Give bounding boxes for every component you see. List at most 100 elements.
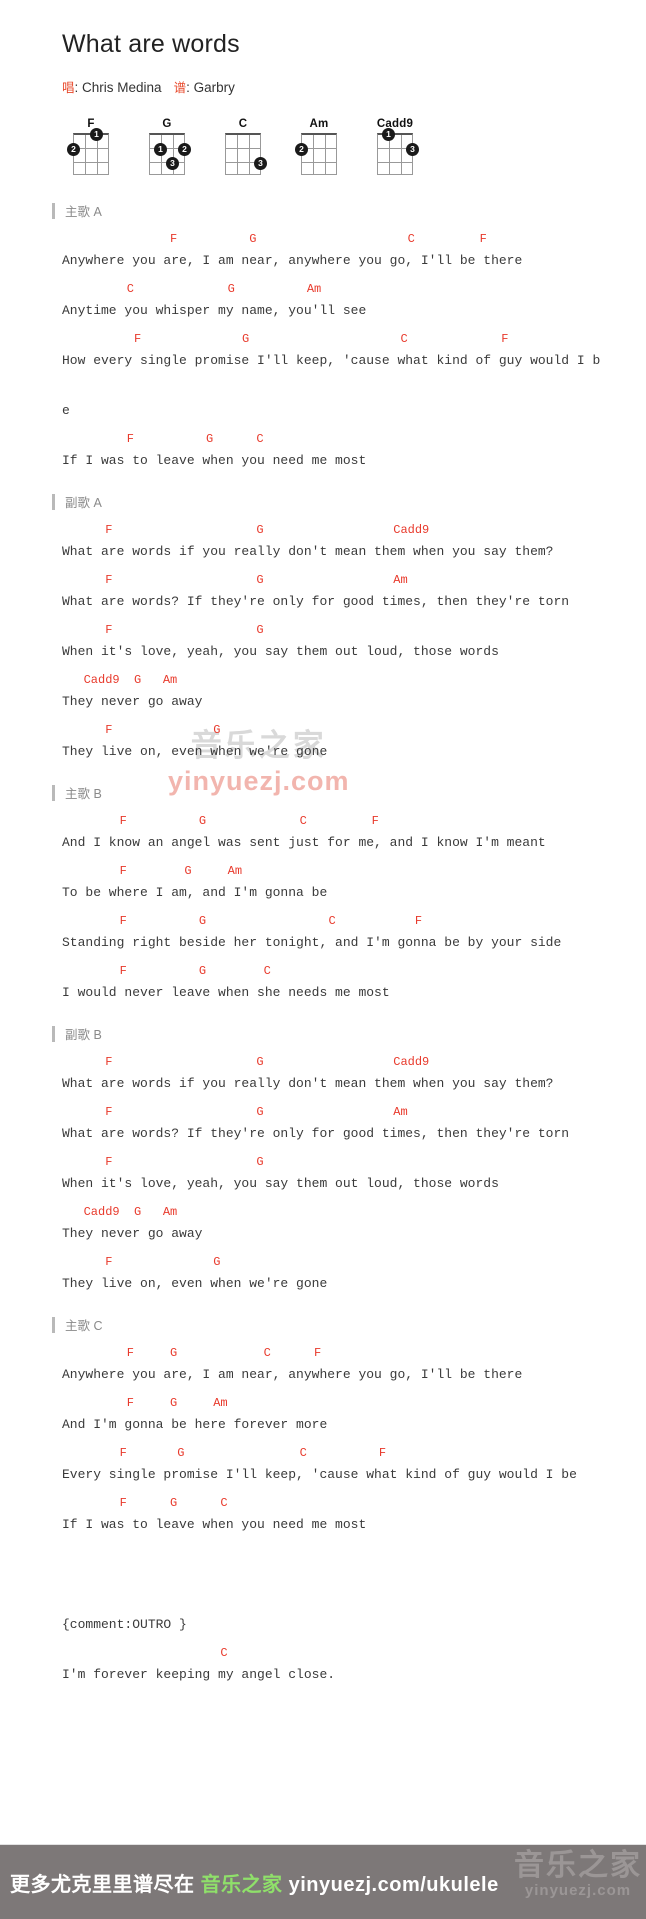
footer-prefix: 更多尤克里里谱尽在 [10, 1873, 195, 1896]
chord-line: F G [62, 1155, 264, 1169]
lyric-line-block: F G C If I was to leave when you need me … [62, 430, 586, 474]
lyric-line-block: F G C F And I know an angel was sent just… [62, 812, 586, 856]
lyric-line: What are words? If they're only for good… [62, 594, 570, 609]
finger-dot: 1 [382, 128, 395, 141]
chord-fretboard: 13 [371, 128, 419, 175]
arranger-name: Garbry [193, 80, 235, 95]
lyric-line: What are words? If they're only for good… [62, 1126, 570, 1141]
fret-line [378, 162, 412, 163]
chord-line: F G Cadd9 [62, 1055, 430, 1069]
chord-line: F G Am [62, 573, 408, 587]
footer-url: yinyuezj.com/ukulele [288, 1873, 499, 1896]
lyric-line: To be where I am, and I'm gonna be [62, 885, 328, 900]
section-accent-bar [52, 1025, 55, 1042]
lyric-line: What are words if you really don't mean … [62, 544, 554, 559]
lyric-line-block: C I'm forever keeping my angel close. [62, 1644, 586, 1688]
finger-dot: 3 [166, 157, 179, 170]
chord-line: Cadd9 G Am [62, 673, 178, 687]
section-header: 主歌 A [52, 201, 586, 220]
chord-diagram-c: C3 [217, 118, 269, 175]
sheet-music-page: 音乐之家 yinyuezj.com What are words 唱: Chri… [0, 0, 646, 1919]
chord-name-label: F [87, 118, 95, 130]
chord-line: F G [62, 723, 221, 737]
section-accent-bar [52, 1316, 55, 1333]
lyric-section: 副歌 B F G Cadd9 What are words if you real… [52, 1024, 586, 1297]
lyric-line-block: F G Am And I'm gonna be here forever more [62, 1394, 586, 1438]
lyric-line-block: F G C F Every single promise I'll keep, '… [62, 1444, 586, 1488]
section-accent-bar [52, 784, 55, 801]
chord-diagram-row: F 1 2 G 1 2 3 C 3 Am 2 Cadd9 1 3 [65, 118, 586, 175]
lyric-line-block: F G When it's love, yeah, you say them ou… [62, 1153, 586, 1197]
lyric-line: Anytime you whisper my name, you'll see [62, 303, 367, 318]
section-label: 主歌 B [65, 787, 102, 801]
song-credits: 唱: Chris Medina 谱: Garbry [62, 77, 586, 96]
chord-diagram-f: F12 [65, 118, 117, 175]
section-label: 主歌 C [65, 1319, 103, 1333]
lyric-line-block: F G When it's love, yeah, you say them ou… [62, 621, 586, 665]
chord-line: F G C F [62, 914, 423, 928]
lyric-line: They live on, even when we're gone [62, 1276, 328, 1291]
section-header: 副歌 A [52, 492, 586, 511]
footer-watermark-chinese: 音乐之家 [514, 1849, 642, 1882]
finger-dot: 3 [406, 143, 419, 156]
lyric-line: They never go away [62, 694, 203, 709]
lyric-line: What are words if you really don't mean … [62, 1076, 554, 1091]
fret-line [302, 162, 336, 163]
lyric-line-block: F G Am What are words? If they're only fo… [62, 1103, 586, 1147]
lyric-line: I would never leave when she needs me mo… [62, 985, 390, 1000]
lyric-line-block: F G They live on, even when we're gone [62, 721, 586, 765]
chord-fretboard: 12 [67, 128, 115, 175]
chord-line [62, 1594, 586, 1612]
arranger-colon: : [186, 80, 194, 95]
lyric-line-block: Cadd9 G Am They never go away [62, 1203, 586, 1247]
finger-dot: 1 [90, 128, 103, 141]
lyric-line-block: F G C F Anywhere you are, I am near, anyw… [62, 230, 586, 274]
chord-line: C [62, 1646, 228, 1660]
lyric-line: e [62, 403, 70, 418]
chord-line [62, 380, 586, 398]
chord-line: F G [62, 1255, 221, 1269]
page-title: What are words [62, 30, 240, 58]
lyric-section: 主歌 B F G C F And I know an angel was sent… [52, 783, 586, 1006]
chord-name-label: Am [309, 118, 329, 130]
lyric-line: When it's love, yeah, you say them out l… [62, 644, 499, 659]
chord-fretboard: 2 [295, 133, 343, 175]
chord-line: F G Am [62, 1105, 408, 1119]
lyric-line-block: C G Am Anytime you whisper my name, you'l… [62, 280, 586, 324]
lyric-line [62, 1562, 586, 1588]
sheet-content: What are words 唱: Chris Medina 谱: Garbry … [0, 0, 646, 1688]
string-line [313, 135, 314, 174]
chord-line: F G [62, 623, 264, 637]
finger-dot: 2 [67, 143, 80, 156]
lyric-line-block: Cadd9 G Am They never go away [62, 671, 586, 715]
section-header: 副歌 B [52, 1024, 586, 1043]
lyric-section: 主歌 A F G C F Anywhere you are, I am near,… [52, 201, 600, 474]
finger-dot: 3 [254, 157, 267, 170]
chord-line: F G C F [62, 814, 379, 828]
chord-diagram-g: G 123 [141, 118, 193, 175]
chord-line: F G Am [62, 864, 243, 878]
lyric-line: I'm forever keeping my angel close. [62, 1667, 336, 1682]
section-label: 主歌 A [65, 205, 102, 219]
lyric-line: Anywhere you are, I am near, anywhere yo… [62, 1367, 523, 1382]
lyric-line-block: F G C If I was to leave when you need me … [62, 1494, 586, 1538]
chord-diagram-cadd9: Cadd9 1 3 [369, 118, 421, 175]
chord-line: Cadd9 G Am [62, 1205, 178, 1219]
singer-label: 唱 [62, 81, 75, 95]
lyric-line: {comment:OUTRO } [62, 1617, 187, 1632]
lyric-section: 主歌 C F G C F Anywhere you are, I am near,… [52, 1315, 586, 1688]
arranger-label: 谱 [173, 81, 187, 95]
footer-promo-text: 更多尤克里里谱尽在 音乐之家 yinyuezj.com/ukulele [0, 1868, 499, 1897]
lyric-line: They never go away [62, 1226, 203, 1241]
finger-dot: 2 [178, 143, 191, 156]
chord-line: F G C F [62, 332, 509, 346]
chord-line: F G C [62, 432, 264, 446]
site-footer-banner: 音乐之家 yinyuezj.com 更多尤克里里谱尽在 音乐之家 yinyuez… [0, 1845, 646, 1919]
lyric-line-block [62, 1544, 586, 1588]
finger-dot: 2 [295, 143, 308, 156]
lyric-line-block: F G Am To be where I am, and I'm gonna be [62, 862, 586, 906]
string-line [249, 135, 250, 174]
lyric-line: Anywhere you are, I am near, anywhere yo… [62, 253, 523, 268]
chord-name-label: Cadd9 [376, 118, 414, 130]
lyric-line-block: F G C F Anywhere you are, I am near, anyw… [62, 1344, 586, 1388]
